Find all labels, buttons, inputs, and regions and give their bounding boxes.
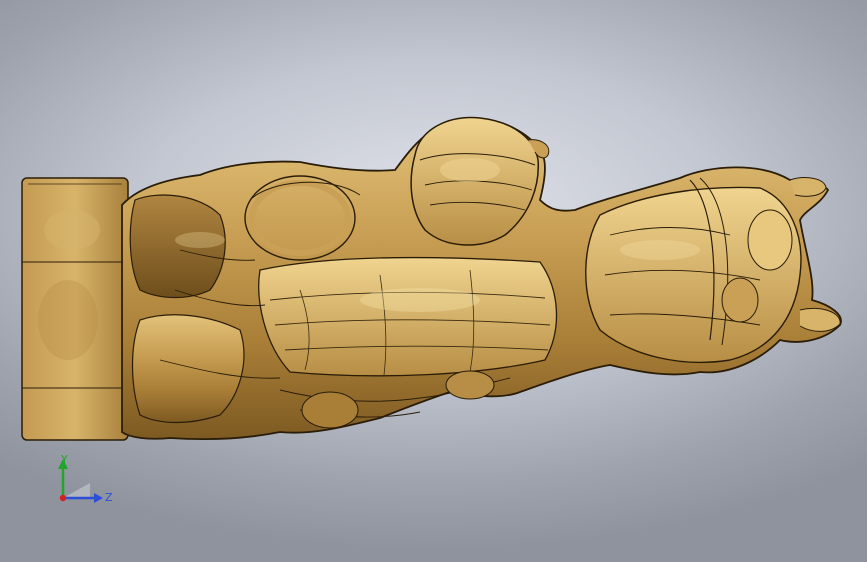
torso-robe bbox=[258, 256, 558, 377]
triad-plane-icon bbox=[63, 483, 90, 498]
y-axis-label: Y bbox=[60, 455, 68, 466]
3d-model-part[interactable] bbox=[0, 0, 867, 562]
x-axis-point-icon bbox=[59, 494, 67, 502]
reference-triad: Y Z bbox=[58, 455, 113, 504]
z-axis-label: Z bbox=[105, 491, 113, 504]
pedestal-base bbox=[21, 177, 129, 441]
z-axis-arrowhead-icon bbox=[94, 493, 103, 503]
graphics-viewport[interactable]: Y Z bbox=[0, 0, 867, 562]
